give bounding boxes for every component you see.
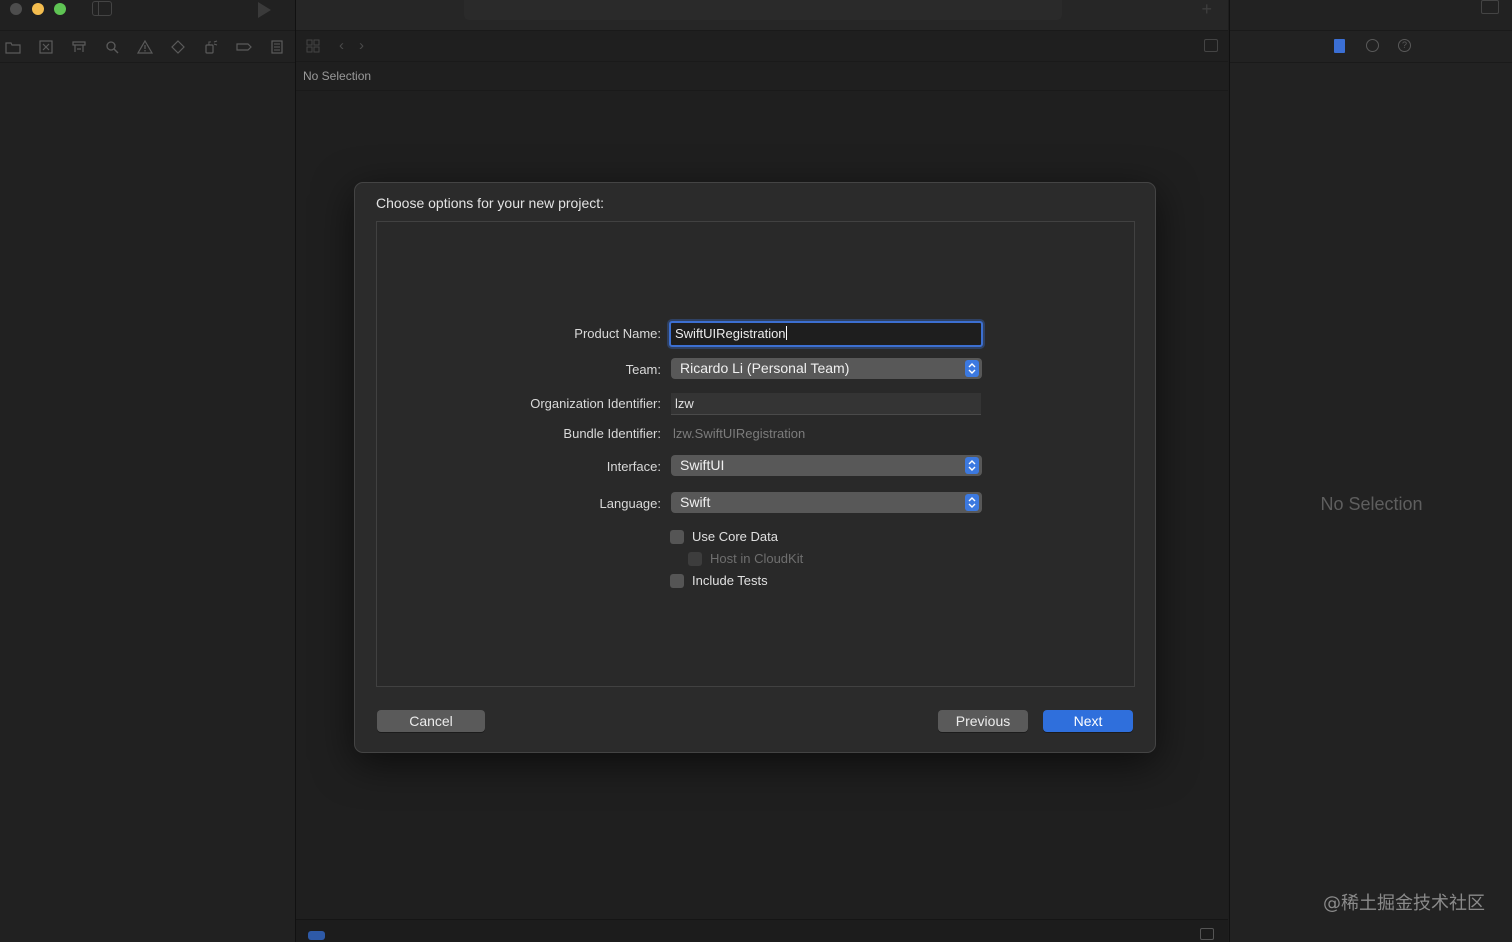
project-navigator (0, 0, 296, 942)
popup-arrows-icon (965, 494, 979, 511)
team-popup[interactable]: Ricardo Li (Personal Team) (671, 358, 982, 379)
new-project-options-sheet: Choose options for your new project: Pro… (354, 182, 1156, 753)
language-value: Swift (680, 494, 711, 510)
product-name-label: Product Name: (574, 326, 661, 341)
language-popup[interactable]: Swift (671, 492, 982, 513)
host-in-cloudkit-label: Host in CloudKit (710, 551, 804, 566)
organization-identifier-label: Organization Identifier: (530, 396, 661, 411)
test-diamond-icon[interactable] (170, 39, 186, 54)
filter-toggle-icon[interactable] (308, 931, 325, 940)
previous-button[interactable]: Previous (938, 710, 1028, 732)
report-icon[interactable] (269, 39, 285, 54)
zoom-window-button[interactable] (54, 3, 66, 15)
navigator-selector-bar (0, 30, 295, 63)
close-window-button[interactable] (10, 3, 22, 15)
history-icon[interactable] (1366, 39, 1379, 52)
interface-value: SwiftUI (680, 457, 725, 473)
file-inspector-icon[interactable] (1334, 39, 1345, 53)
sidebar-toggle-icon[interactable] (92, 1, 112, 16)
jump-bar: No Selection (296, 62, 1228, 91)
team-value: Ricardo Li (Personal Team) (680, 360, 850, 376)
chevron-right-icon[interactable]: › (359, 37, 364, 54)
popup-arrows-icon (965, 457, 979, 474)
bundle-identifier-value: lzw.SwiftUIRegistration (673, 426, 806, 441)
include-tests-label: Include Tests (692, 573, 768, 588)
debug-spray-icon[interactable] (203, 39, 219, 54)
product-name-field[interactable]: SwiftUIRegistration (669, 321, 983, 347)
debug-bar (296, 919, 1228, 942)
symbol-navigator-icon[interactable] (71, 40, 87, 54)
use-core-data-label: Use Core Data (692, 529, 778, 544)
inspector-panel: ? No Selection (1229, 0, 1512, 942)
team-label: Team: (625, 362, 661, 377)
editor-toolbar: ‹ › (296, 31, 1228, 62)
bundle-identifier-label: Bundle Identifier: (563, 426, 661, 441)
activity-viewer (464, 0, 1062, 20)
interface-popup[interactable]: SwiftUI (671, 455, 982, 476)
search-icon[interactable] (104, 40, 120, 54)
inspector-titlebar (1230, 0, 1512, 30)
language-label: Language: (599, 496, 661, 511)
popup-arrows-icon (965, 360, 979, 377)
xcode-window: + ‹ › No Selection ? No Selection Choose (0, 0, 1512, 942)
inspector-selector-bar: ? (1230, 30, 1512, 63)
checkbox-box[interactable] (670, 574, 684, 588)
checkbox-box[interactable] (670, 530, 684, 544)
plus-icon[interactable]: + (1201, 0, 1212, 18)
inspector-empty-state: No Selection (1320, 494, 1423, 514)
run-icon[interactable] (258, 2, 271, 18)
chevron-left-icon[interactable]: ‹ (339, 37, 344, 54)
inspector-toggle-icon[interactable] (1481, 0, 1499, 14)
interface-label: Interface: (606, 459, 661, 474)
window-titlebar (0, 0, 295, 30)
warning-icon[interactable] (137, 39, 153, 54)
checkbox-box (688, 552, 702, 566)
bottom-panel-icon[interactable] (1200, 928, 1214, 940)
cancel-button[interactable]: Cancel (377, 710, 485, 732)
product-name-value: SwiftUIRegistration (675, 326, 786, 341)
options-form: Product Name: SwiftUIRegistration Team: … (376, 221, 1135, 687)
minimize-window-button[interactable] (32, 3, 44, 15)
source-control-icon[interactable] (38, 39, 54, 54)
organization-identifier-field[interactable]: lzw (671, 393, 981, 415)
text-caret (785, 326, 787, 340)
help-icon[interactable]: ? (1398, 39, 1411, 52)
breakpoint-icon[interactable] (236, 40, 252, 54)
split-editor-icon[interactable] (1204, 39, 1218, 52)
folder-icon[interactable] (5, 40, 21, 54)
watermark: @稀土掘金技术社区 (1323, 893, 1485, 914)
editor-titlebar: + (296, 0, 1228, 31)
sheet-title: Choose options for your new project: (376, 195, 605, 211)
grid-icon[interactable] (306, 39, 320, 53)
next-button[interactable]: Next (1043, 710, 1133, 732)
